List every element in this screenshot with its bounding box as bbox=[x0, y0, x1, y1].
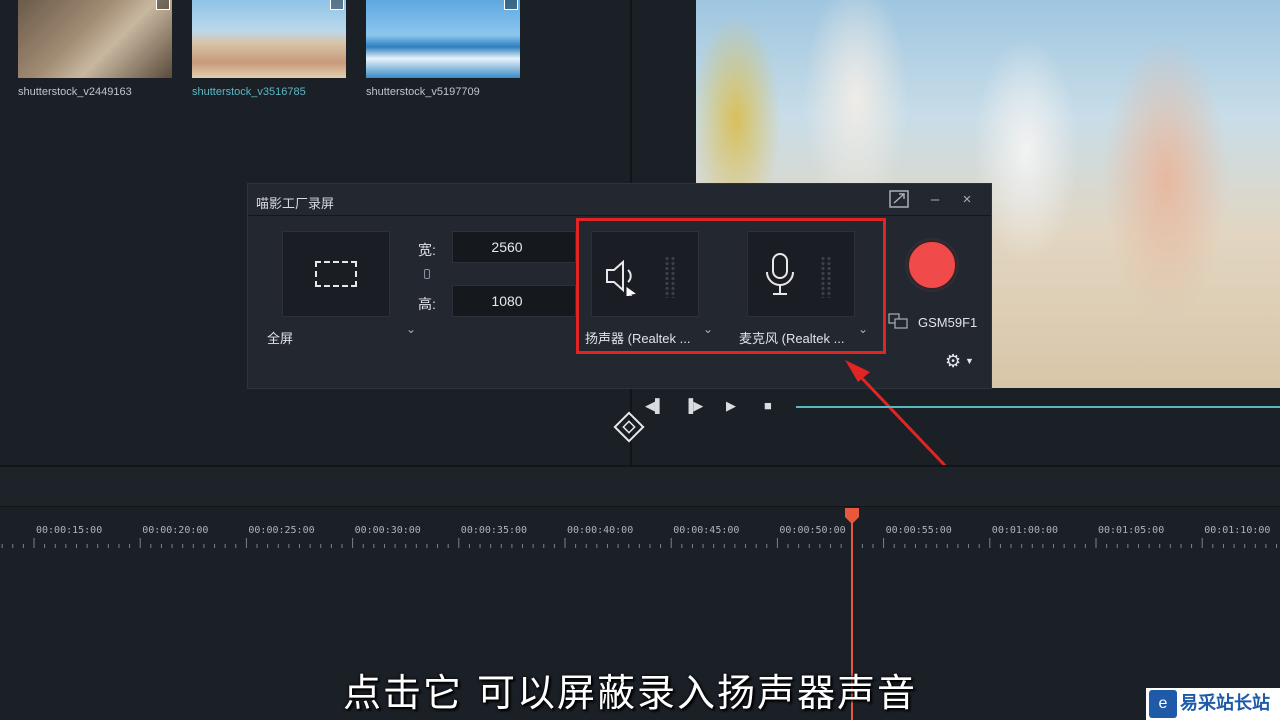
width-label: 宽: bbox=[418, 242, 436, 258]
timeline-tick-label: 00:01:00:00 bbox=[991, 525, 1059, 536]
dialog-titlebar bbox=[248, 184, 991, 216]
stop-icon[interactable]: ■ bbox=[764, 398, 772, 413]
timeline-tick-label: 00:00:45:00 bbox=[673, 525, 740, 536]
chevron-down-icon[interactable]: ▼ bbox=[965, 356, 974, 366]
width-input[interactable]: 2560 bbox=[452, 231, 576, 263]
dialog-title: 喵影工厂录屏 bbox=[256, 196, 335, 211]
site-watermark: e 易采站长站 bbox=[1146, 688, 1280, 720]
media-thumbnail[interactable] bbox=[18, 0, 172, 78]
timeline-tick-label: 00:00:15:00 bbox=[36, 525, 103, 536]
timeline-tick-label: 00:01:10:00 bbox=[1204, 525, 1271, 536]
site-logo-icon: e bbox=[1149, 690, 1177, 718]
media-thumbnail[interactable] bbox=[366, 0, 520, 78]
link-aspect-icon[interactable] bbox=[424, 269, 430, 279]
media-label: shutterstock_v3516785 bbox=[192, 86, 306, 98]
video-subtitle: 点击它 可以屏蔽录入扬声器声音 bbox=[342, 671, 918, 715]
media-thumbnail[interactable] bbox=[192, 0, 346, 78]
capture-mode-label[interactable]: 全屏 bbox=[267, 328, 293, 347]
gear-icon[interactable]: ⚙ bbox=[945, 351, 961, 372]
video-icon bbox=[330, 0, 344, 10]
timeline-tick-label: 00:00:35:00 bbox=[460, 525, 528, 536]
timeline-tick-label: 00:00:55:00 bbox=[885, 525, 952, 536]
timeline-tick-label: 00:00:20:00 bbox=[142, 525, 209, 536]
minimize-icon[interactable]: – bbox=[924, 190, 946, 210]
close-icon[interactable]: × bbox=[956, 190, 978, 210]
monitor-icon bbox=[888, 313, 908, 329]
move-handle-icon[interactable] bbox=[612, 410, 646, 449]
capture-area-selector[interactable] bbox=[282, 231, 390, 317]
timeline-toolbar bbox=[0, 467, 1280, 507]
expand-icon[interactable] bbox=[888, 190, 910, 210]
height-input[interactable]: 1080 bbox=[452, 285, 576, 317]
play-icon[interactable]: ▶ bbox=[726, 398, 736, 414]
fullscreen-area-icon bbox=[315, 261, 357, 287]
monitor-label[interactable]: GSM59F1 bbox=[918, 315, 977, 330]
next-frame-icon[interactable]: ▐▶ bbox=[684, 398, 703, 414]
timeline-tick-label: 00:01:05:00 bbox=[1098, 525, 1165, 536]
playback-progress-bar[interactable] bbox=[796, 406, 1280, 408]
media-label: shutterstock_v5197709 bbox=[366, 86, 480, 98]
timeline-tick-label: 00:00:40:00 bbox=[567, 525, 634, 536]
record-button[interactable] bbox=[907, 240, 957, 290]
chevron-down-icon[interactable]: ⌄ bbox=[406, 322, 416, 336]
watermark-text: 易采站长站 bbox=[1180, 693, 1270, 713]
timeline-tick-label: 00:00:30:00 bbox=[354, 525, 421, 536]
video-icon bbox=[504, 0, 518, 10]
previous-frame-icon[interactable]: ◀▌ bbox=[645, 398, 664, 414]
annotation-highlight-box bbox=[576, 218, 886, 354]
video-icon bbox=[156, 0, 170, 10]
timeline-tick-label: 00:00:50:00 bbox=[779, 525, 846, 536]
timeline-tick-label: 00:00:25:00 bbox=[248, 525, 315, 536]
media-label: shutterstock_v2449163 bbox=[18, 86, 132, 98]
height-label: 高: bbox=[418, 296, 436, 312]
